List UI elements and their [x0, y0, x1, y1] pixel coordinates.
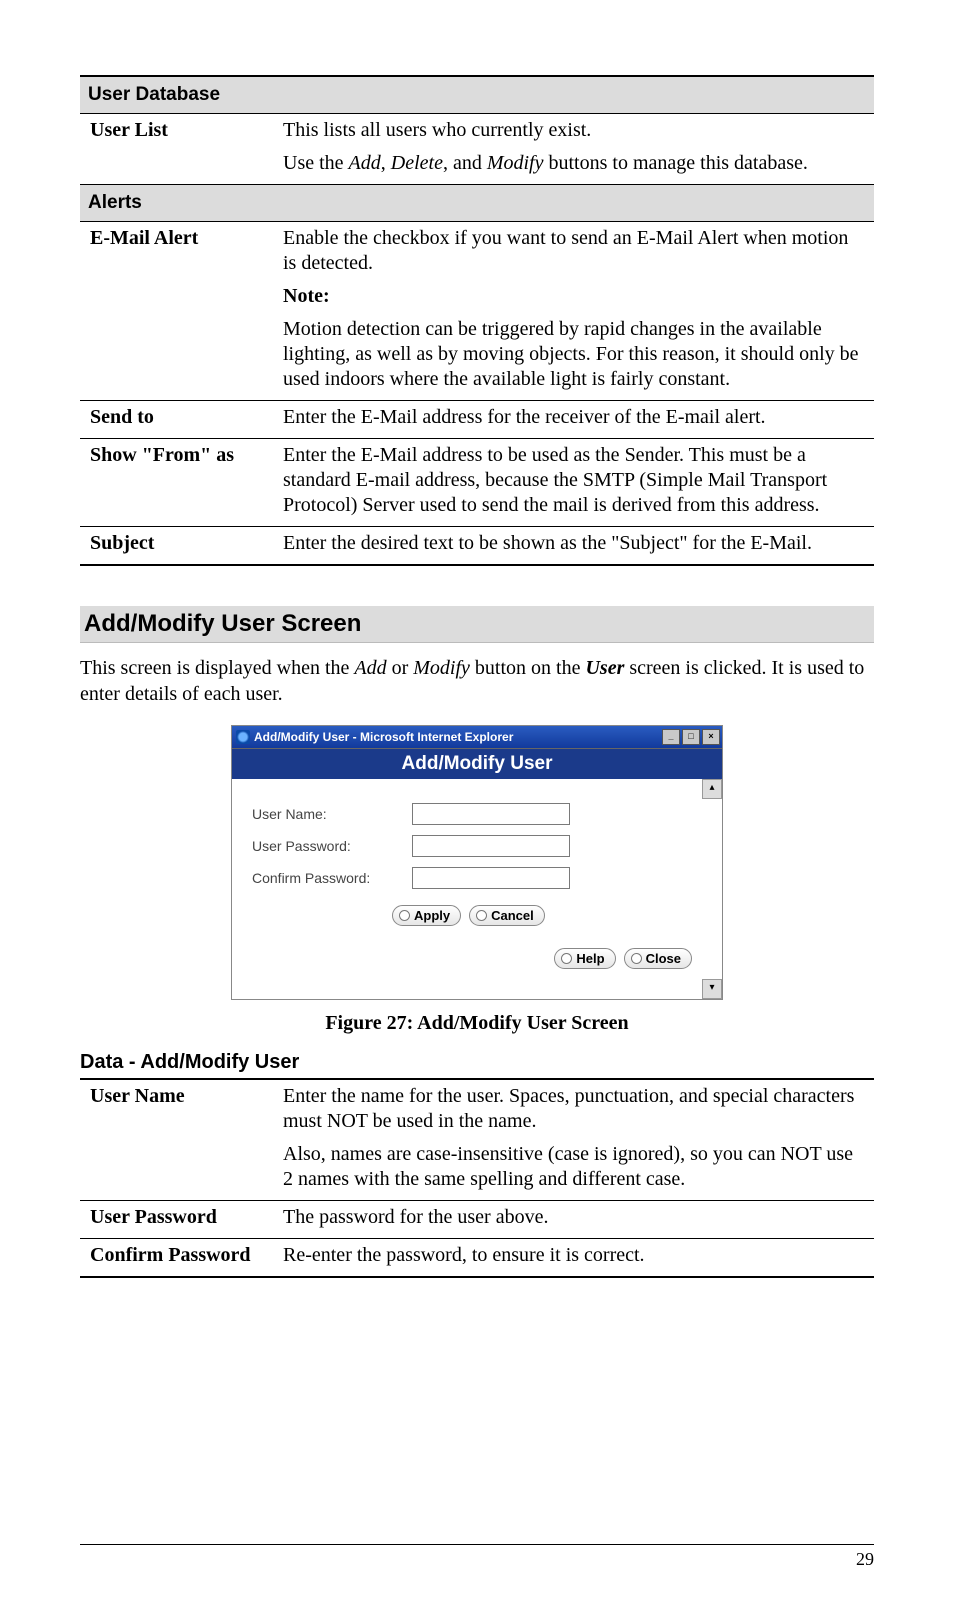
- row-label-confirm-password: Confirm Password: [80, 1238, 273, 1277]
- dialog-body: ▴ User Name: User Password: Confirm Pass…: [232, 779, 722, 999]
- window-minimize-button[interactable]: _: [662, 729, 680, 745]
- row-label-email-alert: E-Mail Alert: [80, 221, 273, 400]
- user-database-alerts-table: User Database User List This lists all u…: [80, 75, 874, 566]
- apply-button[interactable]: Apply: [392, 905, 461, 926]
- radio-dot-icon: [476, 910, 487, 921]
- confirm-password-input[interactable]: [412, 867, 570, 889]
- close-button[interactable]: Close: [624, 948, 692, 969]
- row-desc-show-from: Enter the E-Mail address to be used as t…: [273, 438, 874, 526]
- password-label: User Password:: [252, 838, 412, 854]
- dialog-titlebar: Add/Modify User - Microsoft Internet Exp…: [232, 726, 722, 748]
- confirm-password-label: Confirm Password:: [252, 870, 412, 886]
- add-modify-intro: This screen is displayed when the Add or…: [80, 655, 874, 707]
- window-close-button[interactable]: ×: [702, 729, 720, 745]
- row-label-show-from: Show "From" as: [80, 438, 273, 526]
- email-alert-p1: Enable the checkbox if you want to send …: [283, 226, 866, 276]
- radio-dot-icon: [631, 953, 642, 964]
- button-row-primary: Apply Cancel: [392, 905, 702, 926]
- username-label: User Name:: [252, 806, 412, 822]
- data-add-modify-user-table: User Name Enter the name for the user. S…: [80, 1078, 874, 1278]
- page-footer: 29: [80, 1544, 874, 1570]
- form-row-username: User Name:: [252, 803, 702, 825]
- heading-add-modify-user-screen: Add/Modify User Screen: [80, 606, 874, 643]
- email-alert-p2: Motion detection can be triggered by rap…: [283, 317, 866, 392]
- button-row-secondary: Help Close: [252, 948, 692, 969]
- row-desc-confirm-password: Re-enter the password, to ensure it is c…: [273, 1238, 874, 1277]
- user-name-p1: Enter the name for the user. Spaces, pun…: [283, 1084, 866, 1134]
- page-number: 29: [856, 1549, 874, 1569]
- row-label-user-list: User List: [80, 113, 273, 184]
- figure-caption: Figure 27: Add/Modify User Screen: [325, 1012, 628, 1035]
- radio-dot-icon: [399, 910, 410, 921]
- ie-icon: [236, 730, 250, 744]
- scroll-up-button[interactable]: ▴: [702, 779, 722, 799]
- section-header-user-database: User Database: [80, 76, 874, 113]
- row-desc-subject: Enter the desired text to be shown as th…: [273, 526, 874, 565]
- scroll-down-button[interactable]: ▾: [702, 979, 722, 999]
- help-button[interactable]: Help: [554, 948, 615, 969]
- section-header-alerts: Alerts: [80, 184, 874, 221]
- user-list-p1: This lists all users who currently exist…: [283, 118, 866, 143]
- dialog-window-title: Add/Modify User - Microsoft Internet Exp…: [254, 730, 513, 744]
- row-desc-email-alert: Enable the checkbox if you want to send …: [273, 221, 874, 400]
- row-desc-user-name: Enter the name for the user. Spaces, pun…: [273, 1079, 874, 1201]
- row-label-send-to: Send to: [80, 400, 273, 438]
- figure-add-modify-user: Add/Modify User - Microsoft Internet Exp…: [80, 725, 874, 1035]
- row-desc-user-list: This lists all users who currently exist…: [273, 113, 874, 184]
- row-desc-send-to: Enter the E-Mail address for the receive…: [273, 400, 874, 438]
- email-alert-note-label: Note:: [283, 284, 866, 309]
- user-list-p2: Use the Add, Delete, and Modify buttons …: [283, 151, 866, 176]
- row-label-user-password: User Password: [80, 1200, 273, 1238]
- heading-data-add-modify-user: Data - Add/Modify User: [80, 1051, 874, 1074]
- form-row-confirm: Confirm Password:: [252, 867, 702, 889]
- row-label-subject: Subject: [80, 526, 273, 565]
- password-input[interactable]: [412, 835, 570, 857]
- row-label-user-name: User Name: [80, 1079, 273, 1201]
- cancel-button[interactable]: Cancel: [469, 905, 545, 926]
- radio-dot-icon: [561, 953, 572, 964]
- dialog-window: Add/Modify User - Microsoft Internet Exp…: [231, 725, 723, 1000]
- window-maximize-button[interactable]: □: [682, 729, 700, 745]
- dialog-header: Add/Modify User: [232, 748, 722, 779]
- username-input[interactable]: [412, 803, 570, 825]
- row-desc-user-password: The password for the user above.: [273, 1200, 874, 1238]
- user-name-p2: Also, names are case-insensitive (case i…: [283, 1142, 866, 1192]
- form-row-password: User Password:: [252, 835, 702, 857]
